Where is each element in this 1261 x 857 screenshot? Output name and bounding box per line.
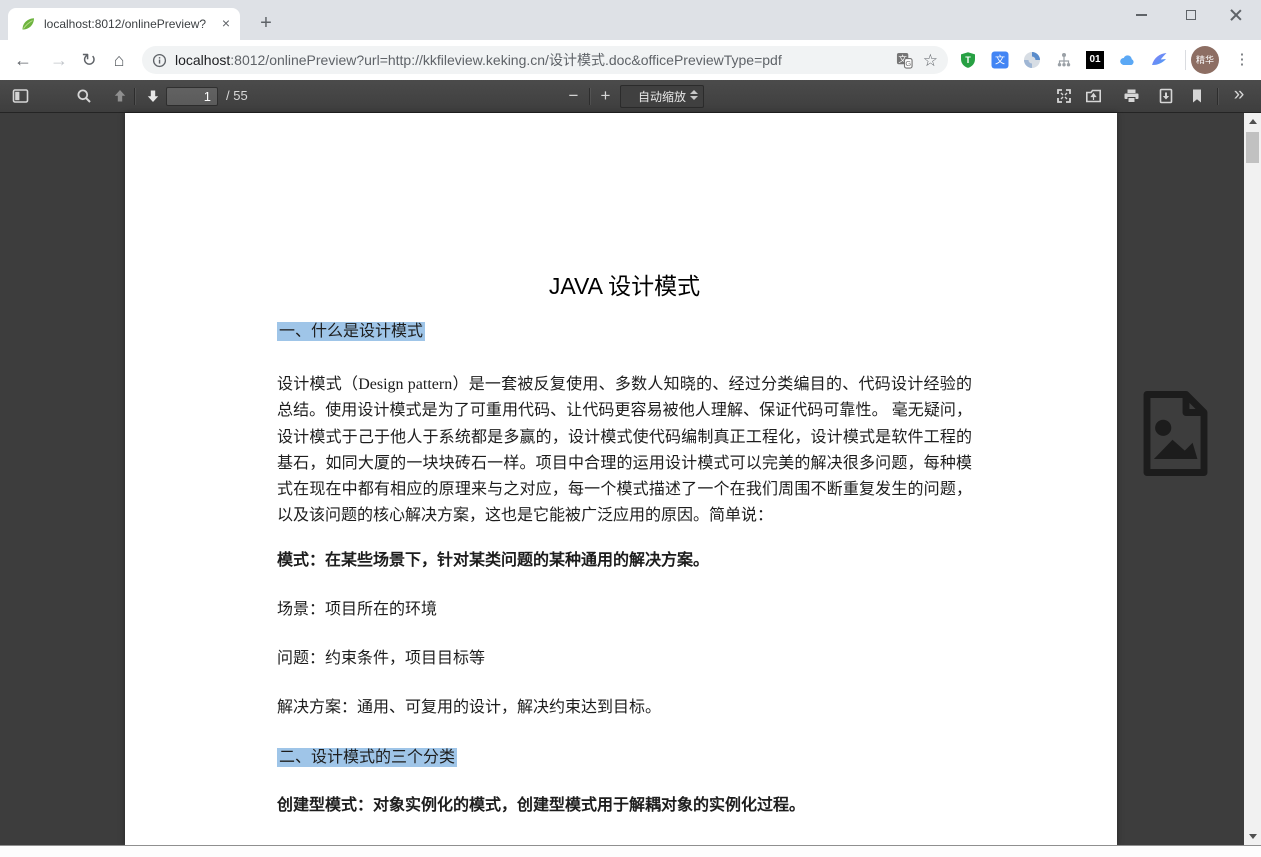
select-spinner-icon: [690, 90, 698, 100]
next-page-button[interactable]: [139, 83, 166, 109]
scroll-up-button[interactable]: [1244, 113, 1261, 130]
home-button[interactable]: ⌂: [108, 50, 130, 70]
search-button[interactable]: [70, 83, 97, 109]
info-icon[interactable]: [152, 53, 167, 68]
more-tools-button[interactable]: »: [1224, 80, 1254, 112]
bookmark-star-icon[interactable]: ☆: [923, 52, 938, 69]
document-content: JAVA 设计模式 一、什么是设计模式 设计模式（Design pattern）…: [125, 113, 1117, 846]
spring-leaf-favicon: [20, 16, 36, 32]
browser-tab[interactable]: localhost:8012/onlinePreview? ×: [8, 8, 240, 40]
document-title: JAVA 设计模式: [277, 272, 972, 300]
zoom-scale-select[interactable]: 自动缩放: [620, 85, 704, 108]
zoom-out-button[interactable]: −: [560, 83, 587, 109]
pdf-viewer-area: JAVA 设计模式 一、什么是设计模式 设计模式（Design pattern）…: [0, 113, 1261, 845]
maximize-icon: [1186, 10, 1196, 20]
scene-line: 场景：项目所在的环境: [277, 601, 972, 619]
zoom-in-button[interactable]: +: [592, 83, 619, 109]
vertical-scrollbar[interactable]: [1244, 113, 1261, 845]
toolbar-separator: [1217, 88, 1218, 105]
pattern-definition-line: 模式：在某些场景下，针对某类问题的某种通用的解决方案。: [277, 552, 972, 570]
forward-button[interactable]: →: [48, 50, 70, 70]
toolbar-separator: [134, 88, 135, 105]
back-button[interactable]: ←: [12, 50, 34, 70]
page-number-input[interactable]: [166, 87, 218, 106]
window-close-button[interactable]: [1213, 0, 1259, 30]
translate-extension-icon[interactable]: 文: [990, 51, 1009, 70]
01-badge-extension-icon[interactable]: 01: [1086, 51, 1104, 69]
presentation-mode-button[interactable]: [1050, 83, 1077, 109]
toolbar-separator: [589, 88, 590, 105]
window-bottom-strip: [0, 845, 1261, 857]
pdf-toolbar: / 55 − + 自动缩放 »: [0, 80, 1261, 113]
svg-text:G: G: [905, 58, 911, 67]
browser-menu-icon[interactable]: ⋮: [1232, 50, 1252, 70]
page-count-label: / 55: [226, 80, 248, 112]
section-heading-1: 一、什么是设计模式: [277, 322, 972, 342]
bookmark-button[interactable]: [1183, 83, 1210, 109]
bird-extension-icon[interactable]: [1149, 51, 1168, 70]
url-text[interactable]: localhost:8012/onlinePreview?url=http://…: [175, 50, 896, 70]
url-host: localhost: [175, 52, 230, 68]
cloud-extension-icon[interactable]: [1117, 51, 1136, 70]
minimize-icon: [1136, 14, 1147, 16]
reload-button[interactable]: ↻: [78, 50, 100, 70]
previous-page-button[interactable]: [106, 83, 133, 109]
profile-avatar[interactable]: 精华: [1191, 46, 1219, 74]
pdf-page: JAVA 设计模式 一、什么是设计模式 设计模式（Design pattern）…: [125, 113, 1117, 845]
solution-line: 解决方案：通用、可复用的设计，解决约束达到目标。: [277, 699, 972, 717]
close-icon: [1230, 9, 1242, 21]
extensions-row: T 文 01: [958, 46, 1168, 74]
section-heading-2: 二、设计模式的三个分类: [277, 748, 972, 768]
window-maximize-button[interactable]: [1168, 0, 1214, 30]
tab-close-icon[interactable]: ×: [218, 16, 234, 32]
shield-extension-icon[interactable]: T: [958, 51, 977, 70]
translate-page-icon[interactable]: 文 G: [896, 52, 913, 69]
paragraph-1: 设计模式（Design pattern）是一套被反复使用、多数人知晓的、经过分类…: [277, 372, 972, 530]
svg-text:T: T: [965, 55, 971, 65]
sitemap-extension-icon[interactable]: [1054, 51, 1073, 70]
address-bar[interactable]: localhost:8012/onlinePreview?url=http://…: [142, 46, 948, 74]
highlighted-text: 一、什么是设计模式: [277, 322, 425, 341]
tab-title: localhost:8012/onlinePreview?: [44, 17, 218, 31]
open-file-button[interactable]: [1080, 83, 1107, 109]
scrollbar-thumb[interactable]: [1246, 132, 1259, 163]
scroll-up-icon: [1249, 119, 1257, 124]
broken-image-icon: [1138, 390, 1213, 477]
tab-strip: localhost:8012/onlinePreview? × +: [0, 0, 1261, 40]
url-rest: :8012/onlinePreview?url=http://kkfilevie…: [230, 52, 781, 68]
problem-line: 问题：约束条件，项目目标等: [277, 650, 972, 668]
creational-pattern-line: 创建型模式：对象实例化的模式，创建型模式用于解耦对象的实例化过程。: [277, 797, 972, 815]
toolbar-separator: [1185, 50, 1186, 70]
browser-toolbar: ← → ↻ ⌂ localhost:8012/onlinePreview?url…: [0, 40, 1261, 80]
sidebar-toggle-button[interactable]: [7, 83, 34, 109]
new-tab-button[interactable]: +: [252, 10, 280, 38]
scroll-down-button[interactable]: [1244, 828, 1261, 845]
svg-text:文: 文: [995, 54, 1005, 67]
window-minimize-button[interactable]: [1118, 0, 1164, 30]
swirl-circle-extension-icon[interactable]: [1022, 51, 1041, 70]
highlighted-text: 二、设计模式的三个分类: [277, 748, 457, 767]
download-button[interactable]: [1152, 83, 1179, 109]
scroll-down-icon: [1249, 834, 1257, 839]
zoom-scale-value: 自动缩放: [638, 88, 686, 105]
print-button[interactable]: [1118, 83, 1145, 109]
